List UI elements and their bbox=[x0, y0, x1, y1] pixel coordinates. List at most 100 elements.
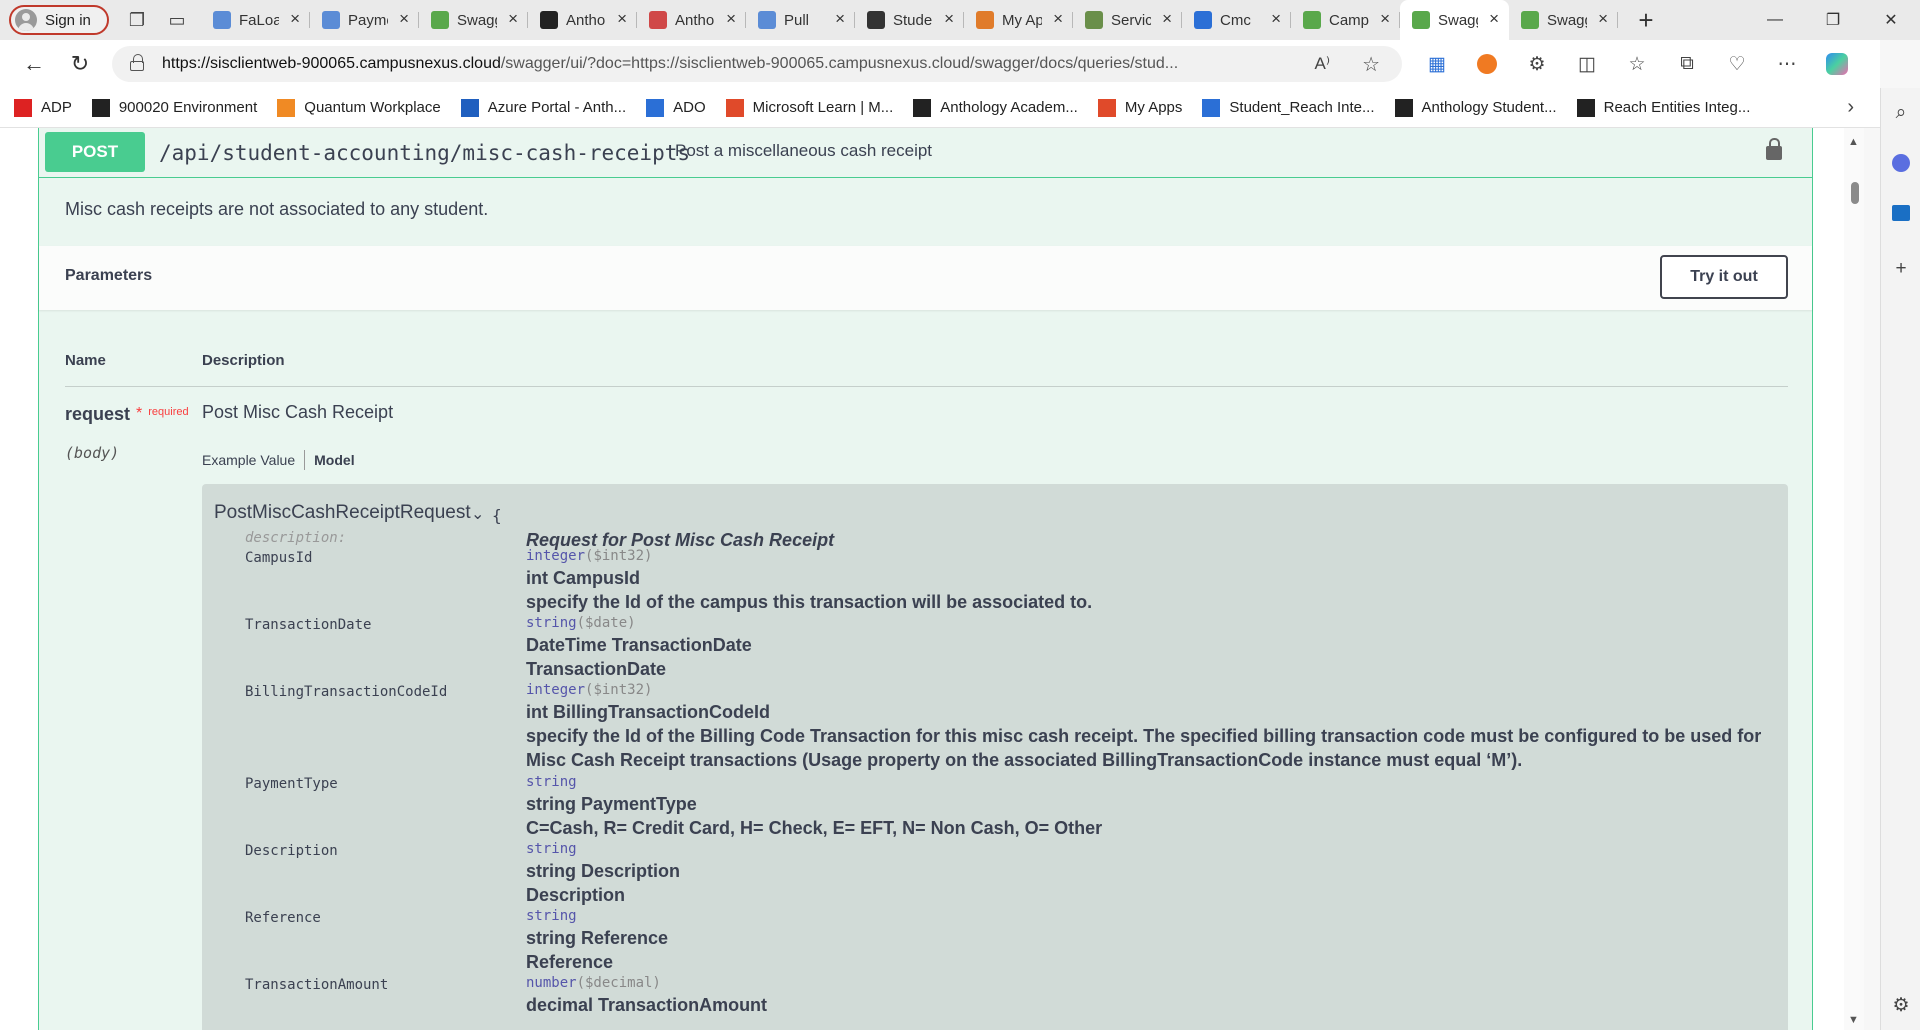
bookmark-label: Microsoft Learn | M... bbox=[752, 99, 894, 116]
tab-close-icon[interactable]: × bbox=[1489, 9, 1499, 29]
extensions-icon[interactable]: ⚙ bbox=[1512, 42, 1562, 86]
bookmark-favicon-icon bbox=[1097, 98, 1116, 117]
sign-in-button[interactable]: Sign in bbox=[9, 5, 109, 35]
operation-block: POST /api/student-accounting/misc-cash-r… bbox=[38, 128, 1813, 1030]
tab-close-icon[interactable]: × bbox=[1053, 9, 1063, 29]
browser-tab[interactable]: Swagger × bbox=[1400, 0, 1509, 40]
tab-close-icon[interactable]: × bbox=[1598, 9, 1608, 29]
browser-tab[interactable]: Payments × bbox=[310, 0, 419, 40]
browser-tab[interactable]: FaLoan × bbox=[201, 0, 310, 40]
operation-header[interactable]: POST /api/student-accounting/misc-cash-r… bbox=[39, 128, 1812, 178]
more-menu-icon[interactable]: ⋯ bbox=[1762, 42, 1812, 86]
minimize-button[interactable]: — bbox=[1746, 0, 1804, 40]
tab-favicon-icon bbox=[1194, 11, 1212, 29]
bookmark-favicon-icon bbox=[725, 98, 744, 117]
browser-tab[interactable]: Student × bbox=[855, 0, 964, 40]
model-name[interactable]: PostMiscCashReceiptRequest bbox=[214, 502, 471, 524]
collections-icon[interactable]: ⧉ bbox=[1662, 42, 1712, 86]
url-text: https://sisclientweb-900065.campusnexus.… bbox=[162, 55, 1179, 72]
chevron-right-icon[interactable]: › bbox=[1847, 96, 1854, 119]
bookmark-item[interactable]: ADP bbox=[14, 98, 72, 117]
tab-close-icon[interactable]: × bbox=[944, 9, 954, 29]
browser-tab[interactable]: Swagger × bbox=[419, 0, 528, 40]
chevron-down-icon[interactable]: ⌄ bbox=[471, 504, 484, 524]
browser-tab[interactable]: Pull × bbox=[746, 0, 855, 40]
tab-model[interactable]: Model bbox=[314, 452, 354, 468]
browser-tab[interactable]: Cmc × bbox=[1182, 0, 1291, 40]
bookmark-item[interactable]: Student_Reach Inte... bbox=[1202, 98, 1375, 117]
add-sidebar-app-icon[interactable]: + bbox=[1881, 244, 1920, 294]
back-button[interactable]: ← bbox=[12, 42, 56, 86]
column-description-header: Description bbox=[202, 352, 285, 369]
model-property-key: TransactionAmount bbox=[245, 977, 389, 993]
tab-title: Swagger bbox=[1547, 11, 1587, 29]
bookmark-item[interactable]: ADO bbox=[646, 98, 706, 117]
page-scrollbar[interactable]: ▲ ▼ bbox=[1844, 128, 1864, 1030]
outlook-icon[interactable] bbox=[1881, 188, 1920, 238]
bookmark-favicon-icon bbox=[1202, 98, 1221, 117]
param-required: * required bbox=[136, 405, 189, 422]
try-it-out-button[interactable]: Try it out bbox=[1660, 255, 1788, 299]
scroll-down-arrow-icon[interactable]: ▼ bbox=[1848, 1014, 1859, 1026]
sidebar-settings-icon[interactable]: ⚙ bbox=[1881, 980, 1920, 1030]
model-property-key: Description bbox=[245, 843, 338, 859]
model-property-type: number($decimal) bbox=[526, 975, 661, 991]
scroll-up-arrow-icon[interactable]: ▲ bbox=[1848, 136, 1859, 148]
bookmark-item[interactable]: My Apps bbox=[1097, 98, 1182, 117]
browser-tab[interactable]: My Apps × bbox=[964, 0, 1073, 40]
tab-favicon-icon bbox=[1412, 11, 1430, 29]
tab-actions-icon[interactable]: ▭ bbox=[157, 0, 197, 40]
bookmark-item[interactable]: Azure Portal - Anth... bbox=[460, 98, 626, 117]
bookmark-favicon-icon bbox=[646, 98, 665, 117]
model-property-declaration: int BillingTransactionCodeId bbox=[526, 702, 771, 722]
extension-orange-icon[interactable] bbox=[1462, 42, 1512, 86]
tab-close-icon[interactable]: × bbox=[1162, 9, 1172, 29]
model-property-description: Reference bbox=[526, 952, 614, 972]
edge-sidebar: ⌕ + ⚙ bbox=[1880, 88, 1920, 1030]
model-property-description: TransactionDate bbox=[526, 659, 667, 679]
tab-close-icon[interactable]: × bbox=[1380, 9, 1390, 29]
copilot-icon[interactable] bbox=[1812, 42, 1862, 86]
tab-close-icon[interactable]: × bbox=[835, 9, 845, 29]
browser-tab[interactable]: Anthology × bbox=[637, 0, 746, 40]
browser-tab[interactable]: Campus × bbox=[1291, 0, 1400, 40]
browser-tab[interactable]: Service × bbox=[1073, 0, 1182, 40]
scroll-thumb[interactable] bbox=[1851, 182, 1859, 204]
tab-close-icon[interactable]: × bbox=[1271, 9, 1281, 29]
tab-favicon-icon bbox=[1085, 11, 1103, 29]
favorites-icon[interactable]: ☆ bbox=[1612, 42, 1662, 86]
address-bar[interactable]: https://sisclientweb-900065.campusnexus.… bbox=[112, 46, 1402, 82]
favorite-star-icon[interactable]: ☆ bbox=[1362, 52, 1380, 77]
bookmark-item[interactable]: Reach Entities Integ... bbox=[1576, 98, 1750, 117]
tab-title: Campus bbox=[1329, 11, 1369, 29]
apps-grid-icon[interactable]: ▦ bbox=[1412, 42, 1462, 86]
restore-button[interactable]: ❐ bbox=[1804, 0, 1862, 40]
read-aloud-icon[interactable]: A⁾ bbox=[1314, 54, 1330, 74]
workspaces-icon[interactable]: ❐ bbox=[117, 0, 157, 40]
tab-close-icon[interactable]: × bbox=[290, 9, 300, 29]
new-tab-button[interactable]: + bbox=[1626, 0, 1666, 40]
model-property-declaration: string PaymentType bbox=[526, 794, 697, 814]
browser-tab[interactable]: Anthology × bbox=[528, 0, 637, 40]
copilot-sidebar-icon[interactable] bbox=[1881, 138, 1920, 188]
tab-title: Swagger bbox=[1438, 11, 1478, 29]
tab-close-icon[interactable]: × bbox=[508, 9, 518, 29]
bookmark-item[interactable]: Anthology Academ... bbox=[913, 98, 1078, 117]
bookmark-item[interactable]: Quantum Workplace bbox=[277, 98, 441, 117]
param-name: request bbox=[65, 404, 131, 424]
tab-close-icon[interactable]: × bbox=[617, 9, 627, 29]
split-screen-icon[interactable]: ◫ bbox=[1562, 42, 1612, 86]
authorization-lock-icon[interactable] bbox=[1766, 138, 1782, 160]
refresh-button[interactable]: ↻ bbox=[58, 42, 102, 86]
close-window-button[interactable]: ✕ bbox=[1862, 0, 1920, 40]
browser-tab[interactable]: Swagger × bbox=[1509, 0, 1618, 40]
tab-favicon-icon bbox=[649, 11, 667, 29]
tab-close-icon[interactable]: × bbox=[726, 9, 736, 29]
tab-example-value[interactable]: Example Value bbox=[202, 452, 295, 468]
bookmark-item[interactable]: Anthology Student... bbox=[1394, 98, 1557, 117]
bookmark-item[interactable]: 900020 Environment bbox=[91, 98, 257, 117]
search-icon[interactable]: ⌕ bbox=[1881, 88, 1920, 138]
browser-essentials-icon[interactable]: ♡ bbox=[1712, 42, 1762, 86]
tab-close-icon[interactable]: × bbox=[399, 9, 409, 29]
bookmark-item[interactable]: Microsoft Learn | M... bbox=[725, 98, 894, 117]
